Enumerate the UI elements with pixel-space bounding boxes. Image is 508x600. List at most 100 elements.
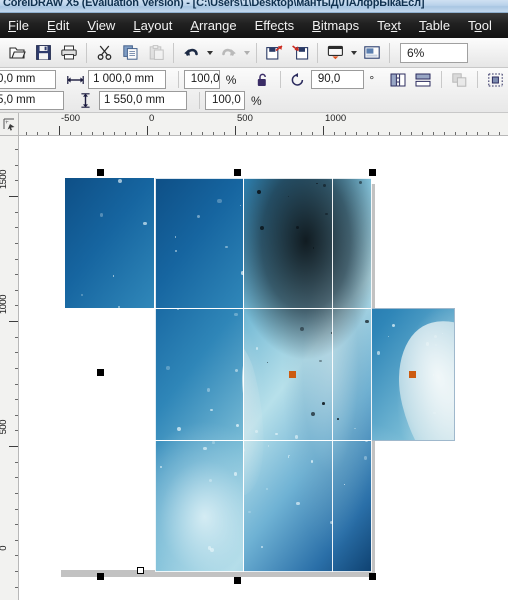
ruler-tick-minor xyxy=(15,524,18,525)
ruler-tick-minor xyxy=(367,132,368,135)
ruler-label-horizontal: 0 xyxy=(149,113,155,124)
ruler-tick-minor xyxy=(312,132,313,135)
toolbar-separator xyxy=(317,42,318,63)
save-icon[interactable] xyxy=(30,40,56,66)
ruler-label-vertical: 0 xyxy=(0,546,9,551)
options-icon[interactable] xyxy=(359,40,385,66)
ruler-tick-minor xyxy=(15,555,18,556)
launch-icon[interactable] xyxy=(322,40,348,66)
ruler-tick-minor xyxy=(81,132,82,135)
undo-dropdown-icon[interactable] xyxy=(204,40,215,66)
ruler-origin-icon[interactable] xyxy=(0,113,19,136)
object-width-input[interactable]: 1 000,0 mm xyxy=(88,70,166,89)
ruler-tick-minor xyxy=(15,368,18,369)
object-x-input[interactable]: 0,0 mm xyxy=(0,70,56,89)
lock-open-icon[interactable] xyxy=(252,70,271,90)
ruler-tick-minor xyxy=(15,165,18,166)
undo-icon[interactable] xyxy=(178,40,204,66)
copy-icon[interactable] xyxy=(117,40,143,66)
horizontal-size-icon xyxy=(66,70,85,90)
property-separator xyxy=(199,92,200,109)
drawing-canvas[interactable] xyxy=(19,136,508,600)
redo-dropdown-icon[interactable] xyxy=(241,40,252,66)
selection-handle-bottom-right[interactable] xyxy=(369,573,376,580)
ruler-tick-minor xyxy=(158,132,159,135)
ruler-tick-minor xyxy=(257,132,258,135)
photo-detail-speck xyxy=(118,305,121,308)
ruler-label-horizontal: -500 xyxy=(61,113,81,124)
photo-detail-speck xyxy=(391,323,396,328)
ruler-tick-minor xyxy=(48,132,49,135)
selection-anchor-marker[interactable] xyxy=(137,567,144,574)
photo-detail-speck xyxy=(112,275,115,278)
launch-dropdown-icon[interactable] xyxy=(348,40,359,66)
ruler-tick-minor xyxy=(15,493,18,494)
selection-handle-top-left[interactable] xyxy=(97,169,104,176)
selection-handle-middle-left[interactable] xyxy=(97,369,104,376)
paste-icon[interactable] xyxy=(143,40,169,66)
ruler-tick-minor xyxy=(466,132,467,135)
percent-label-v: % xyxy=(251,93,262,108)
ruler-tick-minor xyxy=(15,462,18,463)
ruler-tick-minor xyxy=(378,132,379,135)
property-bar-row-2: 5,0 mm 1 550,0 mm 100,0 % xyxy=(0,90,508,111)
rotation-center-marker[interactable] xyxy=(289,371,296,378)
menu-text[interactable]: Text xyxy=(368,13,410,38)
title-bar: CorelDRAW X5 (Evaluation Version) - [C:\… xyxy=(0,0,508,13)
ruler-tick-minor xyxy=(15,259,18,260)
menu-tools[interactable]: Tool xyxy=(459,13,501,38)
selection-handle-top-right[interactable] xyxy=(369,169,376,176)
ruler-tick-major xyxy=(9,321,18,322)
ruler-tick-minor xyxy=(279,132,280,135)
ruler-tick-minor xyxy=(15,509,18,510)
rotation-angle-input[interactable]: 90,0 xyxy=(310,70,365,89)
scale-vertical-input[interactable]: 100,0 xyxy=(205,91,245,110)
menu-edit[interactable]: Edit xyxy=(38,13,78,38)
open-icon[interactable] xyxy=(4,40,30,66)
ruler-tick-minor xyxy=(268,132,269,135)
ruler-tick-minor xyxy=(389,132,390,135)
horizontal-ruler[interactable]: -500 0 500 1000 xyxy=(19,113,508,136)
object-height-input[interactable]: 1 550,0 mm xyxy=(99,91,187,110)
selection-handle-middle-right[interactable] xyxy=(409,371,416,378)
ruler-tick-minor xyxy=(15,587,18,588)
ruler-tick-minor xyxy=(499,132,500,135)
ruler-tick-minor xyxy=(70,132,71,135)
ruler-tick-minor xyxy=(477,132,478,135)
selection-handle-bottom-left[interactable] xyxy=(97,573,104,580)
standard-toolbar: 6% xyxy=(0,38,508,68)
ruler-tick-minor xyxy=(455,132,456,135)
ruler-tick-minor xyxy=(488,132,489,135)
object-y-input[interactable]: 5,0 mm xyxy=(0,91,64,110)
photo-detail-speck xyxy=(80,293,83,296)
vertical-ruler[interactable]: 1500 1000 500 0 xyxy=(0,136,19,600)
scale-horizontal-input[interactable]: 100,0 xyxy=(183,70,220,89)
export-icon[interactable] xyxy=(287,40,313,66)
menu-arrange[interactable]: Arrange xyxy=(181,13,245,38)
ruler-tick-minor xyxy=(136,132,137,135)
redo-icon[interactable] xyxy=(215,40,241,66)
window-title: CorelDRAW X5 (Evaluation Version) - [C:\… xyxy=(3,0,425,9)
toolbar-separator xyxy=(173,42,174,63)
mirror-vertical-icon[interactable] xyxy=(413,70,432,90)
property-separator xyxy=(440,71,442,88)
ruler-tick-minor xyxy=(422,132,423,135)
selection-handle-bottom-center[interactable] xyxy=(234,577,241,584)
import-icon[interactable] xyxy=(261,40,287,66)
selection-handle-top-center[interactable] xyxy=(234,169,241,176)
menu-effects[interactable]: Effects xyxy=(246,13,304,38)
wrap-text-icon[interactable] xyxy=(486,70,505,90)
cut-icon[interactable] xyxy=(91,40,117,66)
menu-layout[interactable]: Layout xyxy=(124,13,181,38)
print-icon[interactable] xyxy=(56,40,82,66)
menu-table[interactable]: Table xyxy=(410,13,459,38)
ruler-tick-minor xyxy=(15,384,18,385)
menu-view[interactable]: View xyxy=(78,13,124,38)
order-icon[interactable] xyxy=(450,70,469,90)
ruler-tick-minor xyxy=(103,132,104,135)
menu-bitmaps[interactable]: Bitmaps xyxy=(303,13,368,38)
tile-top-left[interactable] xyxy=(65,178,154,308)
menu-file[interactable]: File xyxy=(0,13,38,38)
mirror-horizontal-icon[interactable] xyxy=(388,70,407,90)
zoom-level-input[interactable]: 6% xyxy=(400,42,468,63)
